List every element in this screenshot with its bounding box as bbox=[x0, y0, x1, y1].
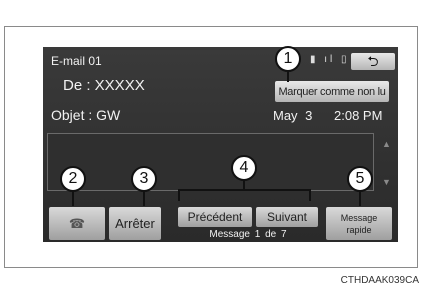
callout-4-bracket-top bbox=[178, 189, 311, 191]
callout-1: 1 bbox=[275, 46, 301, 72]
phone-icon: ☎ bbox=[68, 215, 86, 231]
email-screen: E-mail 01 ▮ ıl ▯ ⮌ De : XXXXX Marquer co… bbox=[43, 47, 398, 242]
callout-5-leader bbox=[359, 192, 361, 206]
callout-5: 5 bbox=[347, 166, 373, 192]
subject-field: Objet : GW bbox=[51, 107, 121, 123]
callout-3-leader bbox=[143, 192, 145, 206]
screen-title: E-mail 01 bbox=[51, 54, 102, 68]
status-icons: ▮ ıl ▯ bbox=[310, 54, 350, 65]
message-date: May 3 bbox=[273, 108, 313, 123]
quick-message-button[interactable]: Message rapide bbox=[326, 207, 392, 240]
callout-4-bracket-left bbox=[178, 189, 180, 201]
message-time: 2:08 PM bbox=[334, 108, 383, 123]
figure-caption: CTHDAAK039CA bbox=[340, 275, 419, 286]
quick-message-line2: rapide bbox=[346, 224, 372, 235]
callout-4: 4 bbox=[231, 155, 257, 181]
callout-3: 3 bbox=[131, 166, 157, 192]
previous-message-button[interactable]: Précédent bbox=[178, 207, 252, 227]
callout-4-bracket-right bbox=[309, 189, 311, 201]
stop-label: Arrêter bbox=[115, 216, 155, 231]
stop-button[interactable]: Arrêter bbox=[109, 207, 161, 240]
callout-2: 2 bbox=[60, 166, 86, 192]
mark-as-unread-label: Marquer comme non lu bbox=[278, 85, 386, 98]
next-label: Suivant bbox=[266, 210, 308, 224]
scroll-up-icon[interactable]: ▲ bbox=[382, 139, 391, 149]
callout-2-leader bbox=[72, 192, 74, 206]
next-message-button[interactable]: Suivant bbox=[256, 207, 318, 227]
sender-field: De : XXXXX bbox=[63, 77, 145, 94]
message-counter: Message 1 de 7 bbox=[209, 229, 287, 240]
back-arrow-icon: ⮌ bbox=[367, 53, 379, 69]
scroll-down-icon[interactable]: ▼ bbox=[382, 177, 391, 187]
quick-message-line1: Message bbox=[340, 212, 378, 223]
previous-label: Précédent bbox=[187, 210, 243, 224]
mark-as-unread-button[interactable]: Marquer comme non lu bbox=[275, 81, 389, 102]
back-button[interactable]: ⮌ bbox=[351, 53, 395, 70]
message-body-area[interactable] bbox=[47, 133, 374, 191]
call-sender-button[interactable]: ☎ bbox=[49, 207, 105, 240]
